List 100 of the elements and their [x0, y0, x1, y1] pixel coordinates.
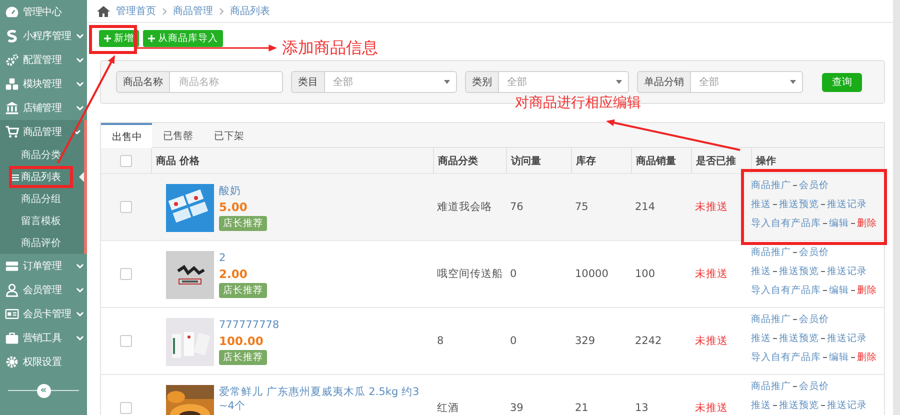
action-link[interactable]: 编辑 [829, 351, 849, 364]
action-link[interactable]: 会员价 [799, 179, 829, 192]
breadcrumb-link[interactable]: 商品管理 [173, 4, 213, 18]
home-icon [97, 6, 110, 16]
breadcrumb-link[interactable]: 管理首页 [116, 4, 156, 18]
product-link[interactable]: 2 [219, 251, 226, 265]
field-label: 类别 [465, 71, 499, 93]
tab[interactable]: 已售罄 [152, 123, 203, 147]
column-header: 是否已推 [691, 148, 751, 173]
price: 2.00 [219, 267, 248, 281]
action-link[interactable]: 会员价 [799, 246, 829, 259]
action-link[interactable]: 推送预览 [779, 265, 819, 278]
action-link[interactable]: 编辑 [829, 217, 849, 230]
menu-item[interactable]: 订单管理 [0, 254, 87, 278]
add-button[interactable]: 新增 [99, 30, 139, 47]
table-cell-text: 哦空间传送船 [436, 267, 504, 281]
column-header: 库存 [571, 148, 631, 173]
action-link[interactable]: 推送预览 [779, 198, 819, 211]
action-link[interactable]: 推送预览 [779, 332, 819, 345]
column-header: 商品销量 [631, 148, 691, 173]
submenu-item[interactable]: 商品评价 [12, 236, 61, 250]
action-link[interactable]: 推送 [751, 198, 771, 211]
breadcrumb-link[interactable]: 商品列表 [230, 4, 270, 18]
action-link[interactable]: 编辑 [829, 284, 849, 297]
action-link[interactable]: 导入自有产品库 [751, 351, 821, 364]
chevron-down-icon [73, 128, 81, 136]
callout-text: 添加商品信息 [282, 38, 378, 59]
action-link[interactable]: 会员价 [799, 380, 829, 393]
product-link[interactable]: 酸奶 [219, 184, 241, 198]
table-cell-text: 76 [509, 201, 524, 213]
submenu-item[interactable]: 商品分类 [12, 148, 61, 162]
checkbox[interactable] [120, 201, 132, 213]
table-cell-text: 214 [634, 201, 656, 213]
table-cell-text: 8 [436, 335, 445, 347]
menu-item[interactable]: 商品管理 [0, 120, 84, 144]
checkbox[interactable] [120, 268, 132, 280]
checkbox[interactable] [120, 154, 132, 166]
briefcase-icon [5, 331, 19, 345]
chevron-down-icon [76, 80, 84, 88]
action-link[interactable]: 商品推广 [751, 246, 791, 259]
product-link[interactable]: 爱常鲜儿 广东惠州夏威夷木瓜 2.5kg 约3 ~4个 [219, 385, 431, 413]
checkbox[interactable] [120, 402, 132, 414]
action-link[interactable]: 推送 [751, 399, 771, 412]
cart-icon [5, 125, 19, 139]
bank-icon [5, 101, 19, 115]
menu-item[interactable]: 营销工具 [0, 326, 87, 350]
collapse-button[interactable]: « [36, 384, 50, 398]
menu-item[interactable]: 配置管理 [0, 48, 87, 72]
checkbox[interactable] [120, 335, 132, 347]
dropdown[interactable]: 全部 [499, 71, 629, 93]
cubes-icon [5, 77, 19, 91]
submenu-item[interactable]: 商品列表 [12, 170, 61, 184]
action-link[interactable]: 推送 [751, 265, 771, 278]
action-link[interactable]: 会员价 [799, 313, 829, 326]
menu-item[interactable]: 小程序管理 [0, 24, 87, 48]
dropdown[interactable]: 全部 [691, 71, 803, 93]
callout-text: 对商品进行相应编辑 [515, 94, 641, 112]
action-link[interactable]: 推送记录 [827, 399, 867, 412]
chevron-right-icon [219, 8, 224, 14]
action-link[interactable]: 推送预览 [779, 399, 819, 412]
action-link[interactable]: 推送 [751, 332, 771, 345]
dropdown[interactable]: 全部 [325, 71, 457, 93]
table-cell-text: 39 [509, 402, 524, 414]
caret-icon [444, 80, 450, 84]
action-link[interactable]: 推送记录 [827, 265, 867, 278]
action-link[interactable]: 导入自有产品库 [751, 217, 821, 230]
field-label: 类目 [291, 71, 325, 93]
action-link[interactable]: 商品推广 [751, 179, 791, 192]
menu-item[interactable]: 模块管理 [0, 72, 87, 96]
submenu-item[interactable]: 留言模板 [12, 214, 61, 228]
plus-icon [104, 35, 111, 42]
action-link[interactable]: 商品推广 [751, 313, 791, 326]
product-link[interactable]: 777777778 [219, 318, 280, 332]
menu-item[interactable]: 店铺管理 [0, 96, 87, 120]
menu-item[interactable]: 权限设置 [0, 350, 87, 374]
menu-item[interactable]: 管理中心 [0, 0, 87, 24]
menu-item[interactable]: 会员管理 [0, 278, 87, 302]
action-link[interactable]: 商品推广 [751, 380, 791, 393]
delete-link[interactable]: 删除 [857, 284, 877, 297]
chevron-down-icon [76, 104, 84, 112]
delete-link[interactable]: 删除 [857, 351, 877, 364]
action-link[interactable]: 导入自有产品库 [751, 284, 821, 297]
push-status: 未推送 [694, 334, 729, 348]
user-icon [5, 283, 19, 297]
settings-icon [5, 355, 19, 369]
table-cell-text: 红酒 [436, 401, 460, 415]
action-link[interactable]: 推送记录 [827, 332, 867, 345]
import-button[interactable]: 从商品库导入 [143, 30, 223, 47]
chevron-down-icon [76, 334, 84, 342]
table-cell-text: 329 [574, 335, 596, 347]
logo-icon [5, 29, 19, 43]
tab[interactable]: 出售中 [101, 123, 152, 148]
action-link[interactable]: 推送记录 [827, 198, 867, 211]
menu-item[interactable]: 会员卡管理 [0, 302, 87, 326]
search-button[interactable]: 查询 [822, 72, 862, 92]
tab[interactable]: 已下架 [203, 123, 254, 147]
search-field[interactable]: 商品名称 [170, 71, 283, 93]
delete-link[interactable]: 删除 [857, 217, 877, 230]
field-label: 商品名称 [116, 71, 170, 93]
submenu-item[interactable]: 商品分组 [12, 192, 61, 206]
